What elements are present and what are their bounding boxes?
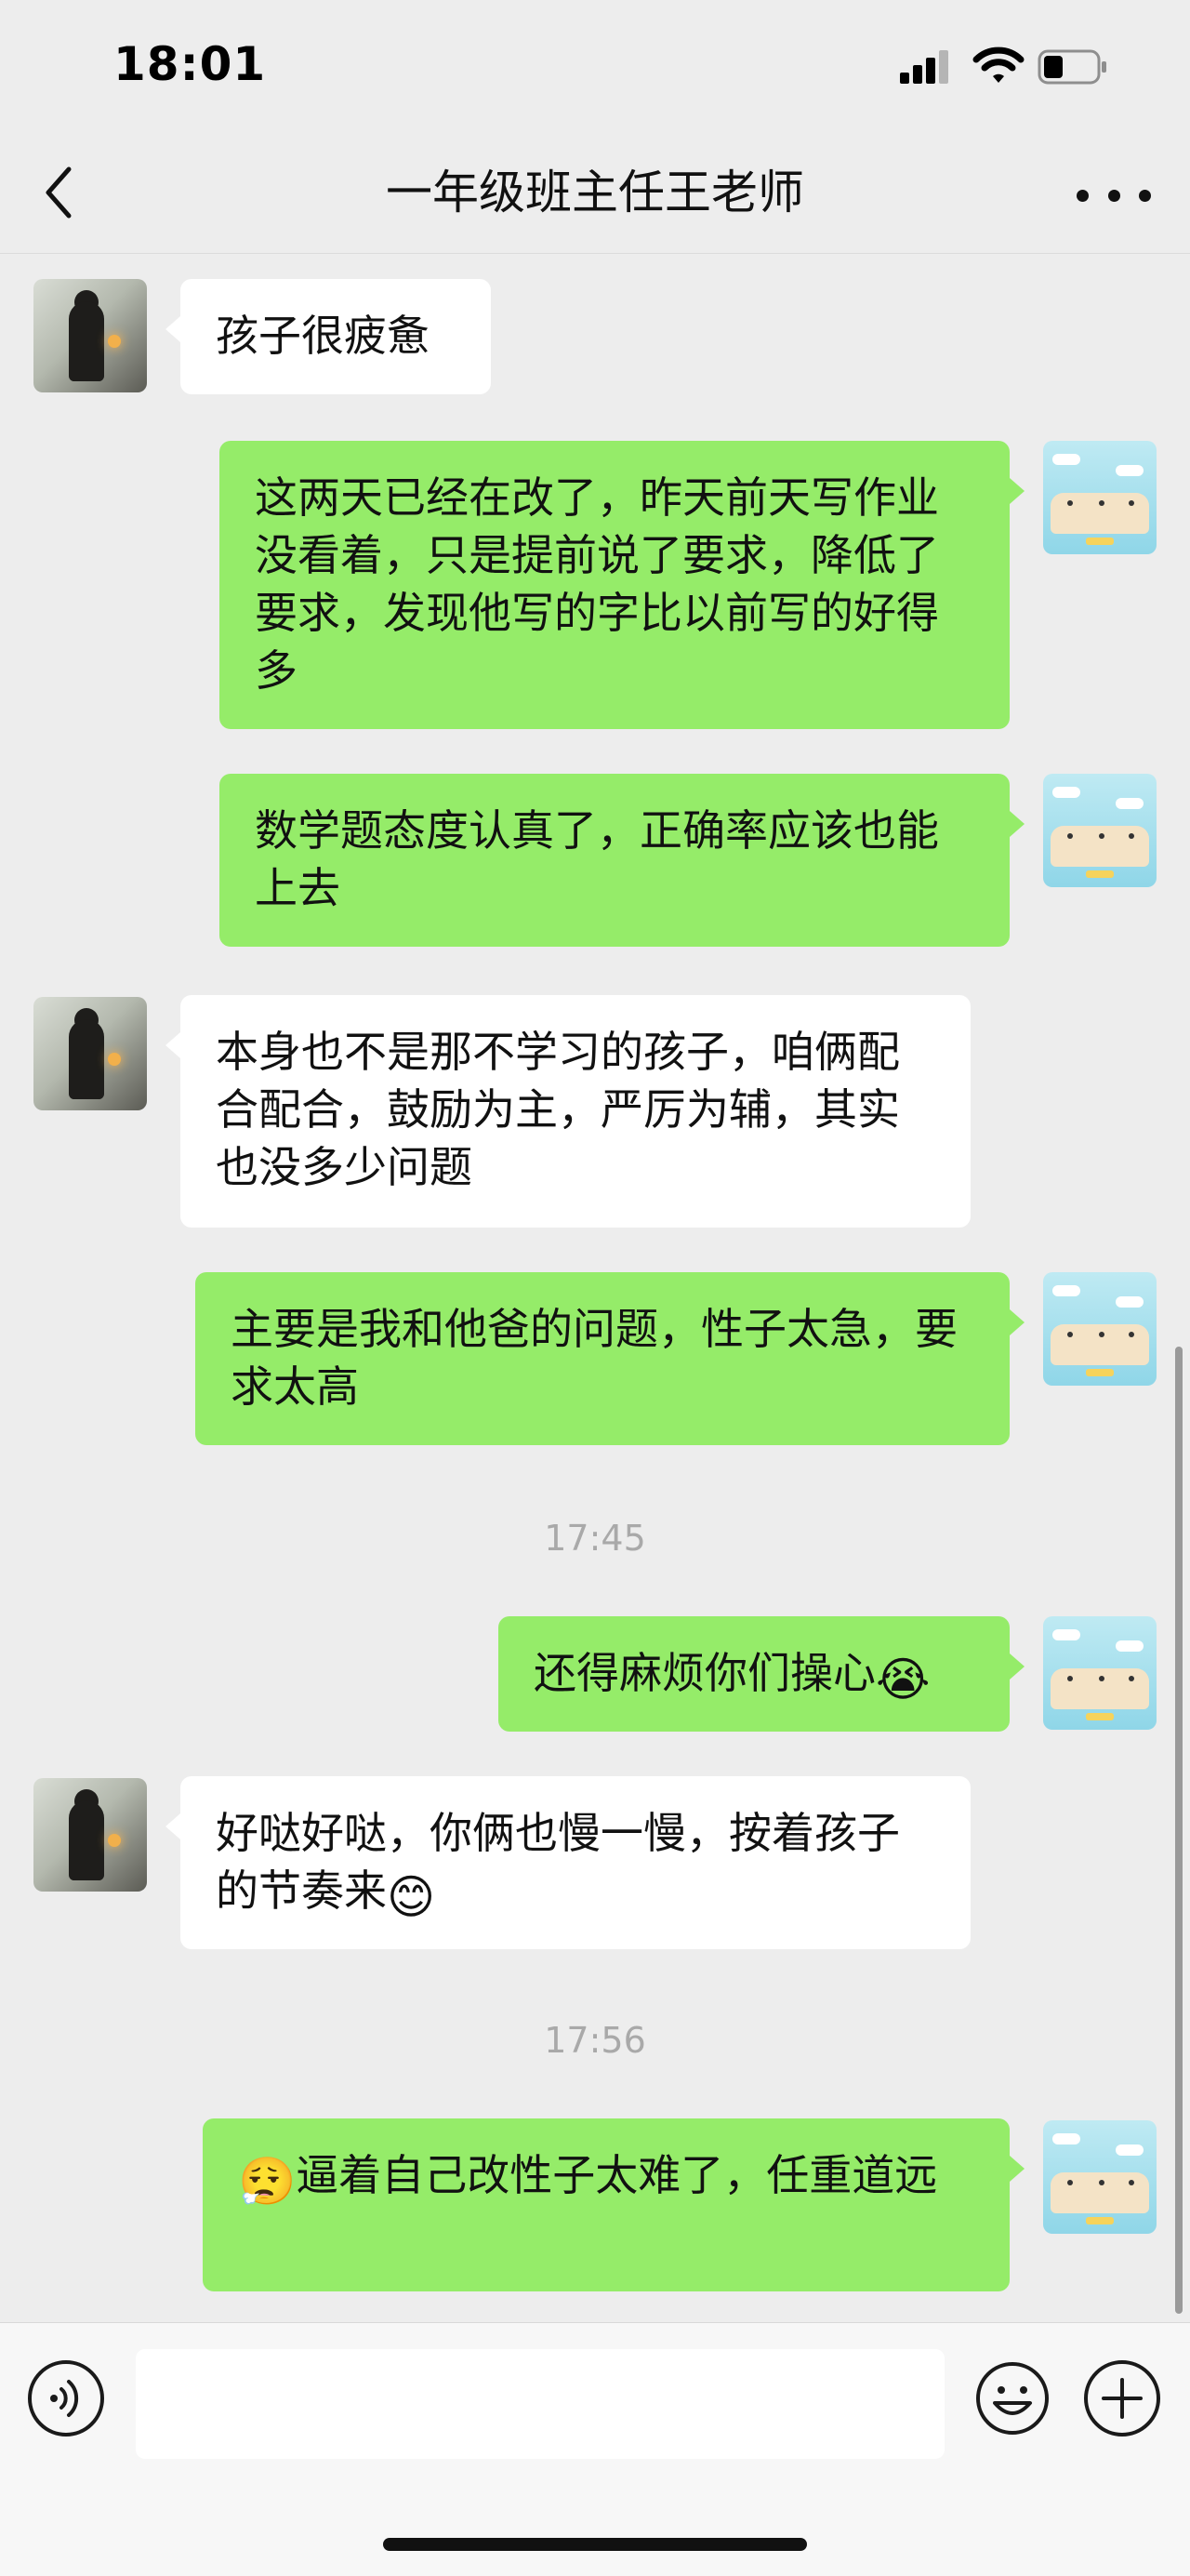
message-text: 还得麻烦你们操心	[534, 1648, 876, 1698]
chat-title: 一年级班主任王老师	[386, 166, 804, 219]
crying-laughing-emoji-icon: 😭	[876, 1653, 931, 1706]
voice-waves	[50, 2380, 79, 2417]
battery-icon	[1038, 49, 1106, 85]
home-indicator	[383, 2538, 807, 2551]
exhale-emoji-icon: 😮‍💨	[238, 2155, 297, 2209]
dot	[1077, 189, 1089, 202]
message-bubble-incoming[interactable]: 孩子很疲惫	[165, 279, 491, 394]
voice-icon[interactable]	[28, 2360, 104, 2437]
message-timestamp: 17:56	[544, 2020, 646, 2061]
message-bubble-outgoing[interactable]: 还得麻烦你们操心😭	[498, 1616, 1025, 1732]
message-text: 孩子很疲惫	[216, 311, 430, 361]
status-bar: 18:01	[0, 0, 1190, 139]
cellular-signal-icon	[900, 50, 948, 84]
message-bubble-outgoing[interactable]: 数学题态度认真了，正确率应该也能上去	[219, 774, 1025, 947]
avatar-self[interactable]	[1043, 1616, 1157, 1730]
message-text: 数学题态度认真了，正确率应该也能上去	[255, 805, 939, 913]
message-bubble-outgoing[interactable]: 主要是我和他爸的问题，性子太急，要求太高	[195, 1272, 1025, 1445]
dot	[1139, 189, 1151, 202]
message-list[interactable]: 孩子很疲惫 这两天已经在改了，昨天前天写作业没看着，只是提前说了要求，降低了要求…	[0, 253, 1190, 2322]
message-text: 这两天已经在改了，昨天前天写作业没看着，只是提前说了要求，降低了要求，发现他写的…	[255, 472, 939, 696]
plus-glyph	[1102, 2378, 1143, 2419]
avatar-teacher[interactable]	[33, 997, 147, 1110]
dot	[1107, 189, 1120, 202]
message-bubble-incoming[interactable]: 本身也不是那不学习的孩子，咱俩配合配合，鼓励为主，严厉为辅，其实也没多少问题	[165, 995, 971, 1228]
message-text: 好哒好哒，你俩也慢一慢，按着孩子的节奏来	[216, 1808, 900, 1916]
message-bubble-outgoing[interactable]: 这两天已经在改了，昨天前天写作业没看着，只是提前说了要求，降低了要求，发现他写的…	[219, 441, 1025, 729]
input-bar	[0, 2322, 1190, 2576]
message-text: 主要是我和他爸的问题，性子太急，要求太高	[231, 1304, 958, 1412]
smiling-emoji-icon: 😊	[387, 1870, 436, 1924]
chevron-left-icon[interactable]	[37, 160, 84, 225]
chat-header: 一年级班主任王老师	[0, 139, 1190, 254]
avatar-self[interactable]	[1043, 1272, 1157, 1386]
message-input[interactable]	[136, 2349, 945, 2459]
wifi-icon	[972, 46, 1025, 83]
message-bubble-incoming[interactable]: 好哒好哒，你俩也慢一慢，按着孩子的节奏来😊	[165, 1776, 971, 1949]
message-timestamp: 17:45	[544, 1518, 646, 1559]
avatar-self[interactable]	[1043, 441, 1157, 554]
message-bubble-outgoing[interactable]: 😮‍💨逼着自己改性子太难了，任重道远	[203, 2118, 1025, 2291]
avatar-self[interactable]	[1043, 774, 1157, 887]
scrollbar[interactable]	[1175, 1347, 1183, 2314]
plus-icon[interactable]	[1084, 2360, 1160, 2437]
status-time: 18:01	[113, 37, 267, 91]
avatar-self[interactable]	[1043, 2120, 1157, 2234]
more-dots-icon[interactable]	[1077, 177, 1151, 214]
message-text: 本身也不是那不学习的孩子，咱俩配合配合，鼓励为主，严厉为辅，其实也没多少问题	[216, 1027, 900, 1192]
avatar-teacher[interactable]	[33, 279, 147, 392]
avatar-teacher[interactable]	[33, 1778, 147, 1892]
smiley-icon[interactable]	[974, 2360, 1051, 2437]
message-text: 逼着自己改性子太难了，任重道远	[296, 2150, 938, 2200]
